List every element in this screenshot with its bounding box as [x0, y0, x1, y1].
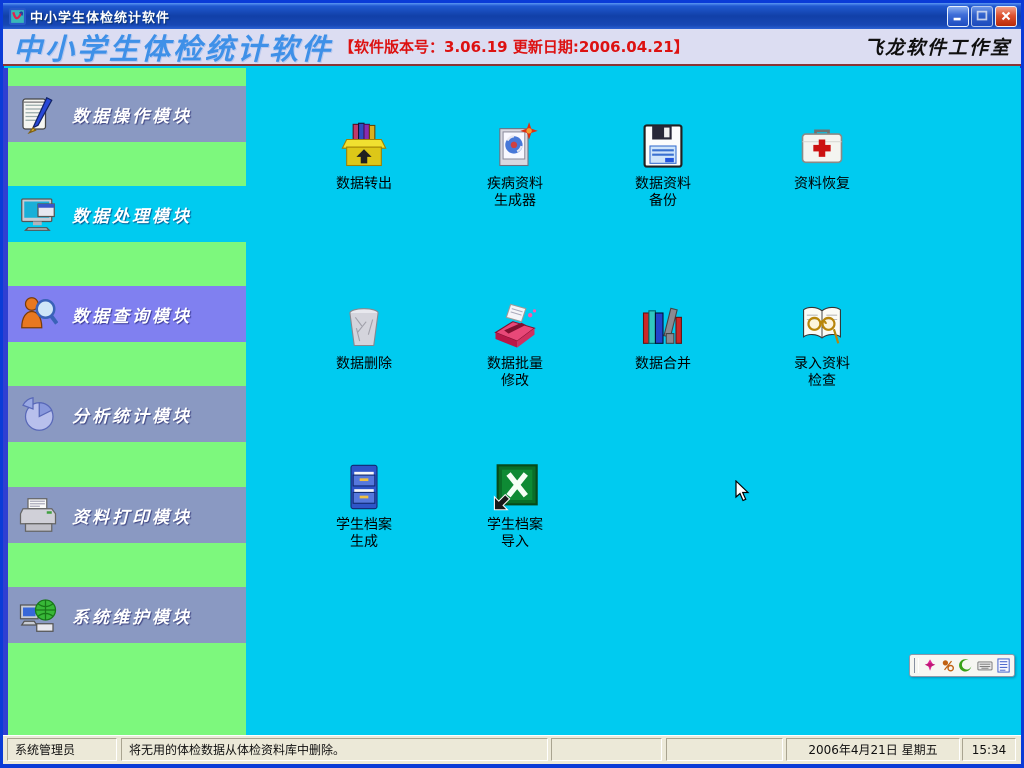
trash-bin-icon — [338, 300, 390, 352]
disease-generator-icon — [489, 120, 541, 172]
shortcut-label: 数据合并 — [635, 356, 691, 373]
maximize-button[interactable] — [971, 6, 993, 27]
book-glasses-icon — [796, 300, 848, 352]
sidebar-item-data-operation[interactable]: 数据操作模块 — [8, 86, 246, 142]
printer-icon — [18, 495, 58, 535]
status-empty-panel-2 — [666, 738, 783, 761]
status-date-panel: 2006年4月21日 星期五 — [786, 738, 960, 761]
minimize-button[interactable] — [947, 6, 969, 27]
main-area: 数据转出 疾病资料 生成器 — [246, 68, 1021, 735]
status-date: 2006年4月21日 星期五 — [808, 741, 937, 758]
sidebar-item-system-maintenance[interactable]: 系统维护模块 — [8, 587, 246, 643]
shortcut-label: 数据转出 — [336, 176, 392, 193]
sidebar-item-label: 分析统计模块 — [72, 402, 192, 427]
sidebar-item-data-query[interactable]: 数据查询模块 — [8, 286, 246, 342]
export-box-icon — [338, 120, 390, 172]
soft-keyboard-icon[interactable] — [977, 658, 993, 673]
app-logo-icon — [9, 8, 26, 25]
shortcut-label: 学生档案 生成 — [336, 517, 392, 551]
window-controls — [947, 6, 1017, 27]
computer-globe-icon — [18, 595, 58, 635]
status-time-panel: 15:34 — [962, 738, 1016, 761]
shortcut-label: 学生档案 导入 — [487, 517, 543, 551]
status-user-panel: 系统管理员 — [7, 738, 117, 761]
monitor-icon — [18, 194, 58, 234]
shortcut-label: 录入资料 检查 — [794, 356, 850, 390]
batch-modify-icon — [489, 300, 541, 352]
shortcut-data-backup[interactable]: 数据资料 备份 — [602, 120, 724, 210]
status-time: 15:34 — [972, 743, 1007, 757]
shortcut-label: 疾病资料 生成器 — [487, 176, 543, 210]
notepad-pen-icon — [18, 94, 58, 134]
first-aid-kit-icon — [796, 120, 848, 172]
status-message: 将无用的体检数据从体检资料库中删除。 — [129, 741, 345, 758]
sidebar-item-data-printing[interactable]: 资料打印模块 — [8, 487, 246, 543]
shortcut-student-file-generate[interactable]: 学生档案 生成 — [303, 461, 425, 551]
sidebar-item-label: 系统维护模块 — [72, 603, 192, 628]
statusbar: 系统管理员 将无用的体检数据从体检资料库中删除。 2006年4月21日 星期五 … — [3, 735, 1021, 764]
pie-chart-icon — [18, 394, 58, 434]
shortcut-student-file-import[interactable]: 学生档案 导入 — [454, 461, 576, 551]
sidebar-item-label: 数据查询模块 — [72, 302, 192, 327]
shortcut-batch-modify[interactable]: 数据批量 修改 — [454, 300, 576, 390]
shortcut-data-delete[interactable]: 数据删除 — [303, 300, 425, 373]
sidebar-item-data-processing[interactable]: 数据处理模块 — [8, 186, 246, 242]
app-title: 中小学生体检统计软件 — [13, 26, 333, 68]
shortcut-label: 数据删除 — [336, 356, 392, 373]
shortcut-data-restore[interactable]: 资料恢复 — [761, 120, 883, 193]
shortcut-disease-data-generator[interactable]: 疾病资料 生成器 — [454, 120, 576, 210]
app-header: 中小学生体检统计软件 【软件版本号：3.06.19 更新日期:2006.04.2… — [3, 29, 1021, 66]
punctuation-toggle-icon[interactable] — [959, 658, 973, 673]
excel-import-icon — [489, 461, 541, 513]
merge-books-icon — [637, 300, 689, 352]
ime-toolbar[interactable] — [909, 654, 1015, 677]
sidebar-item-label: 资料打印模块 — [72, 503, 192, 528]
sidebar-item-label: 数据处理模块 — [72, 202, 192, 227]
options-menu-icon[interactable] — [997, 658, 1010, 673]
sidebar-item-analysis-statistics[interactable]: 分析统计模块 — [8, 386, 246, 442]
shortcut-label: 数据批量 修改 — [487, 356, 543, 390]
status-empty-panel-1 — [551, 738, 662, 761]
shortcut-data-export[interactable]: 数据转出 — [303, 120, 425, 193]
close-button[interactable] — [995, 6, 1017, 27]
shortcut-label: 数据资料 备份 — [635, 176, 691, 210]
backup-floppy-icon — [637, 120, 689, 172]
status-message-panel: 将无用的体检数据从体检资料库中删除。 — [121, 738, 548, 761]
shortcut-data-merge[interactable]: 数据合并 — [602, 300, 724, 373]
sidebar: 数据操作模块 数据处理模块 — [3, 68, 246, 735]
mouse-cursor — [735, 480, 750, 502]
fullwidth-toggle-icon[interactable] — [941, 658, 955, 673]
person-search-icon — [18, 294, 58, 334]
version-info: 【软件版本号：3.06.19 更新日期:2006.04.21】 — [339, 36, 689, 57]
ime-logo-icon[interactable] — [923, 658, 937, 673]
studio-name: 飞龙软件工作室 — [864, 33, 1011, 60]
shortcut-label: 资料恢复 — [794, 176, 850, 193]
file-cabinet-icon — [338, 461, 390, 513]
window-title: 中小学生体检统计软件 — [30, 7, 170, 26]
shortcut-input-check[interactable]: 录入资料 检查 — [761, 300, 883, 390]
status-user: 系统管理员 — [15, 741, 75, 758]
ime-drag-handle-icon[interactable] — [914, 658, 919, 673]
app-window: 中小学生体检统计软件 中小学生体检统计软件 【软件版本号：3.06.19 更新日… — [0, 0, 1024, 768]
sidebar-item-label: 数据操作模块 — [72, 102, 192, 127]
